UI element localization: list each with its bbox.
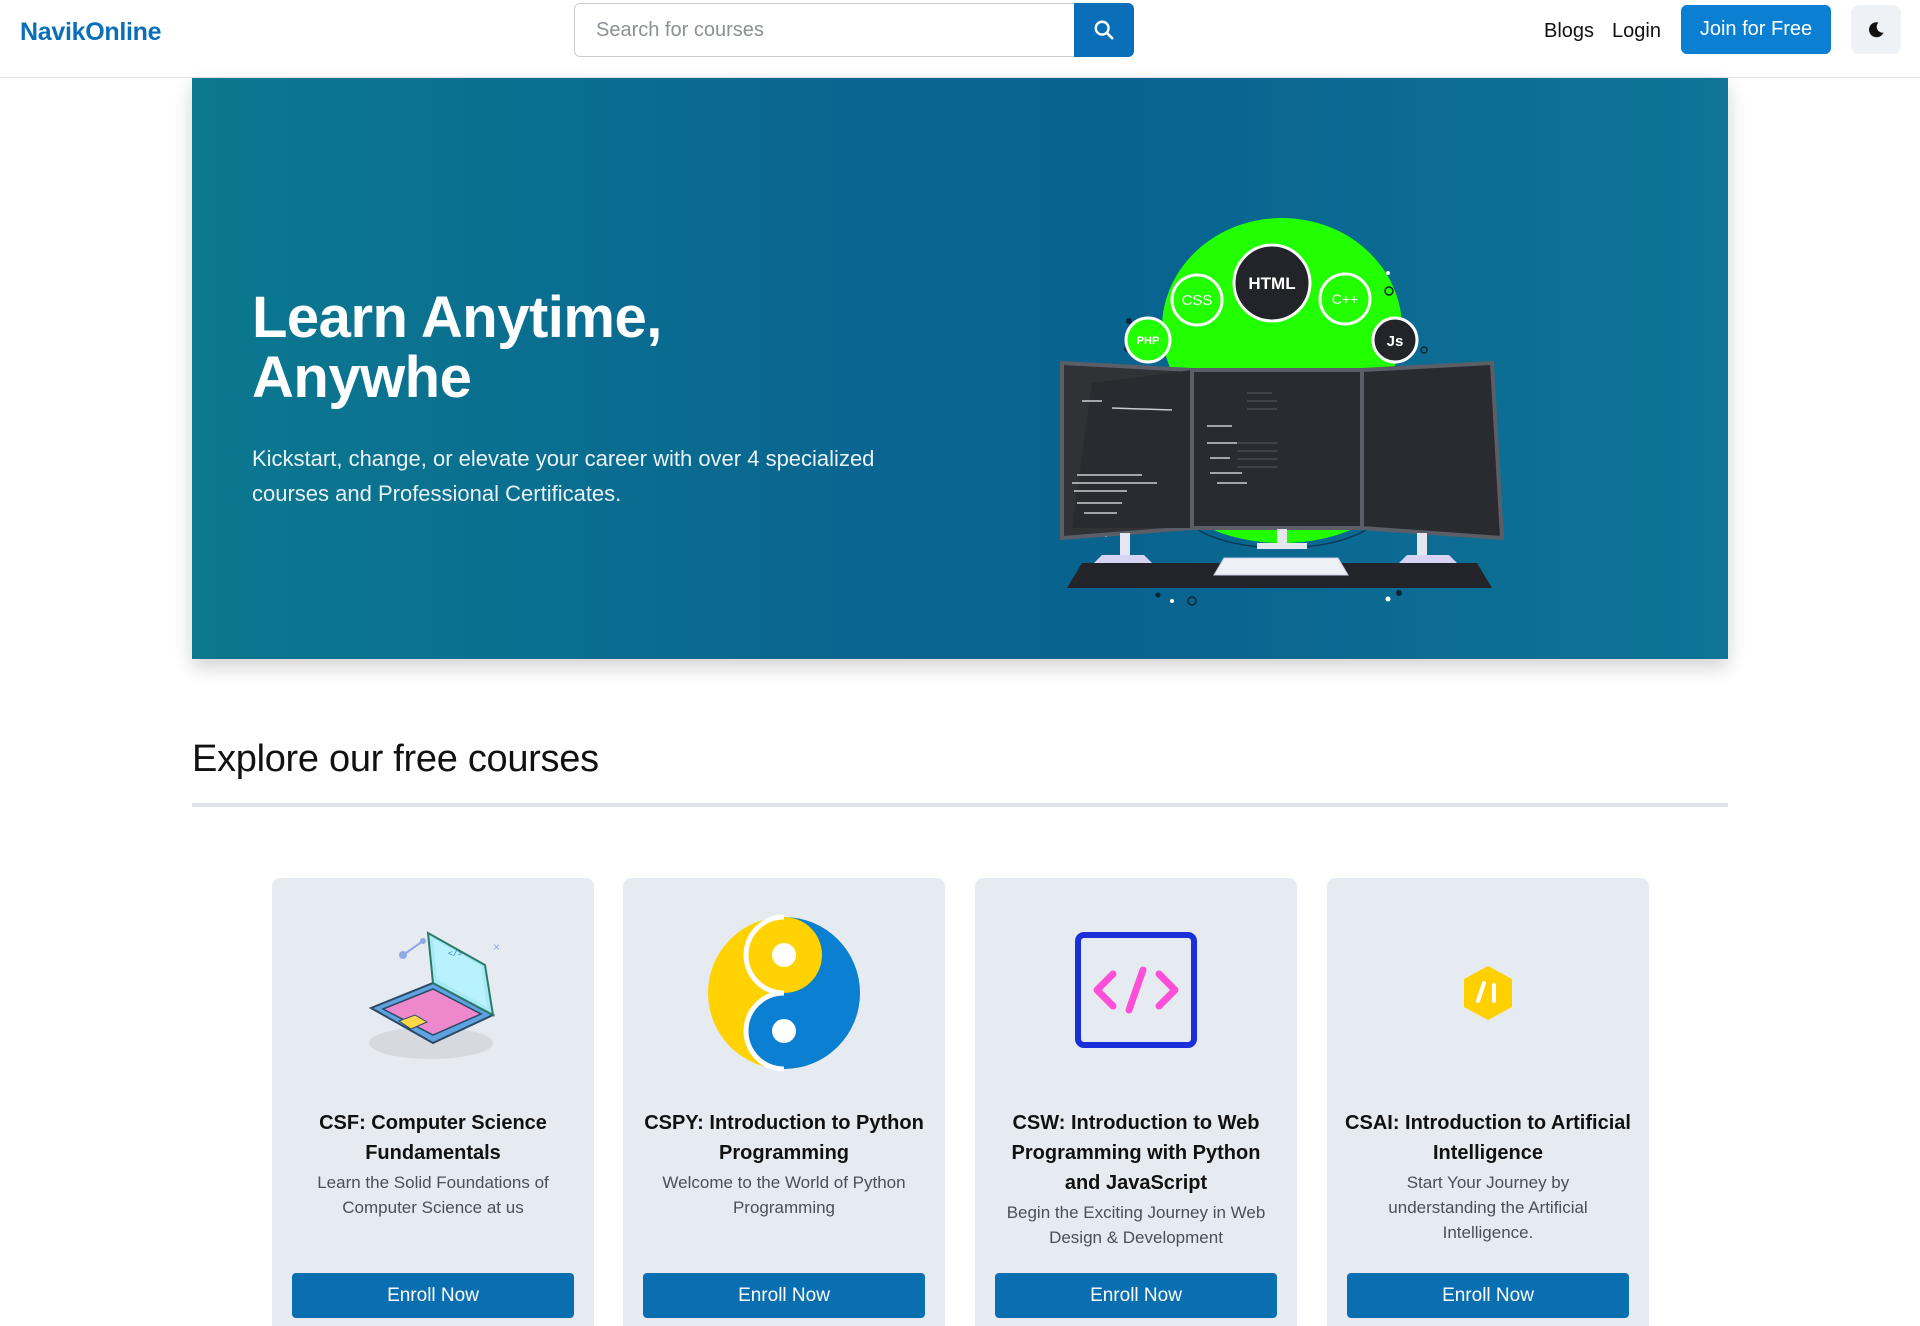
svg-text:</>: </> bbox=[448, 950, 463, 959]
html-label: HTML bbox=[1248, 274, 1295, 293]
section-divider bbox=[192, 803, 1728, 807]
nav-blogs-link[interactable]: Blogs bbox=[1544, 20, 1594, 43]
php-label: PHP bbox=[1137, 335, 1160, 347]
hero-banner: Learn Anytime, Anywhe Kickstart, change,… bbox=[192, 78, 1728, 659]
course-title[interactable]: CSPY: Introduction to Python Programming bbox=[641, 1108, 927, 1168]
enroll-now-button[interactable]: Enroll Now bbox=[1347, 1273, 1629, 1318]
enroll-now-button[interactable]: Enroll Now bbox=[292, 1273, 574, 1318]
hero-title-line2: Anywhe bbox=[252, 345, 472, 410]
course-card-csw[interactable]: CSW: Introduction to Web Programming wit… bbox=[975, 878, 1297, 1326]
search-bar bbox=[574, 3, 1134, 57]
enroll-now-button[interactable]: Enroll Now bbox=[643, 1273, 925, 1318]
php-bubble: PHP bbox=[1124, 316, 1172, 364]
course-card-cspy[interactable]: CSPY: Introduction to Python Programming… bbox=[623, 878, 945, 1326]
moon-icon bbox=[1869, 21, 1884, 37]
css-label: CSS bbox=[1182, 292, 1213, 309]
section-title: Explore our free courses bbox=[192, 738, 599, 780]
course-title[interactable]: CSW: Introduction to Web Programming wit… bbox=[993, 1108, 1279, 1198]
course-card-csai[interactable]: CSAI: Introduction to Artificial Intelli… bbox=[1327, 878, 1649, 1326]
enroll-now-button[interactable]: Enroll Now bbox=[995, 1273, 1277, 1318]
course-title[interactable]: CSAI: Introduction to Artificial Intelli… bbox=[1345, 1108, 1631, 1168]
course-description: Start Your Journey by understanding the … bbox=[1388, 1173, 1588, 1242]
ai-icon bbox=[1464, 966, 1512, 1020]
svg-text:×: × bbox=[493, 940, 500, 954]
course-description: Learn the Solid Foundations of Computer … bbox=[317, 1173, 549, 1217]
python-icon bbox=[708, 914, 860, 1072]
js-label: Js bbox=[1387, 333, 1404, 350]
hero-illustration: PHP CSS HTML C++ Js bbox=[1060, 218, 1505, 606]
cpp-label: C++ bbox=[1332, 291, 1358, 307]
html-bubble: HTML bbox=[1232, 243, 1312, 323]
hero-title: Learn Anytime, Anywhe bbox=[252, 288, 952, 408]
navbar: NavikOnline Blogs Login Join for Free bbox=[0, 0, 1920, 78]
hero-title-line1: Learn Anytime, bbox=[252, 285, 662, 350]
laptop-icon: </> × bbox=[368, 931, 500, 1059]
hero-subtitle: Kickstart, change, or elevate your caree… bbox=[252, 446, 875, 506]
search-button[interactable] bbox=[1074, 3, 1134, 57]
course-title[interactable]: CSF: Computer Science Fundamentals bbox=[290, 1108, 576, 1168]
course-image bbox=[975, 908, 1297, 1078]
course-image bbox=[623, 908, 945, 1078]
search-icon bbox=[1094, 20, 1114, 40]
css-bubble: CSS bbox=[1170, 273, 1224, 327]
js-bubble: Js bbox=[1371, 316, 1419, 364]
cpp-bubble: C++ bbox=[1318, 272, 1372, 326]
search-input[interactable] bbox=[574, 3, 1075, 57]
course-image bbox=[1327, 908, 1649, 1078]
course-description: Welcome to the World of Python Programmi… bbox=[662, 1173, 906, 1217]
brand-logo[interactable]: NavikOnline bbox=[20, 18, 162, 47]
course-description: Begin the Exciting Journey in Web Design… bbox=[1006, 1203, 1266, 1247]
nav-login-link[interactable]: Login bbox=[1612, 20, 1661, 43]
join-for-free-button[interactable]: Join for Free bbox=[1681, 5, 1831, 54]
course-card-csf[interactable]: </> × CSF: Computer Science Fundamentals… bbox=[272, 878, 594, 1326]
dark-mode-toggle[interactable] bbox=[1851, 5, 1901, 54]
code-icon bbox=[1075, 932, 1197, 1048]
course-image: </> × bbox=[272, 908, 594, 1078]
